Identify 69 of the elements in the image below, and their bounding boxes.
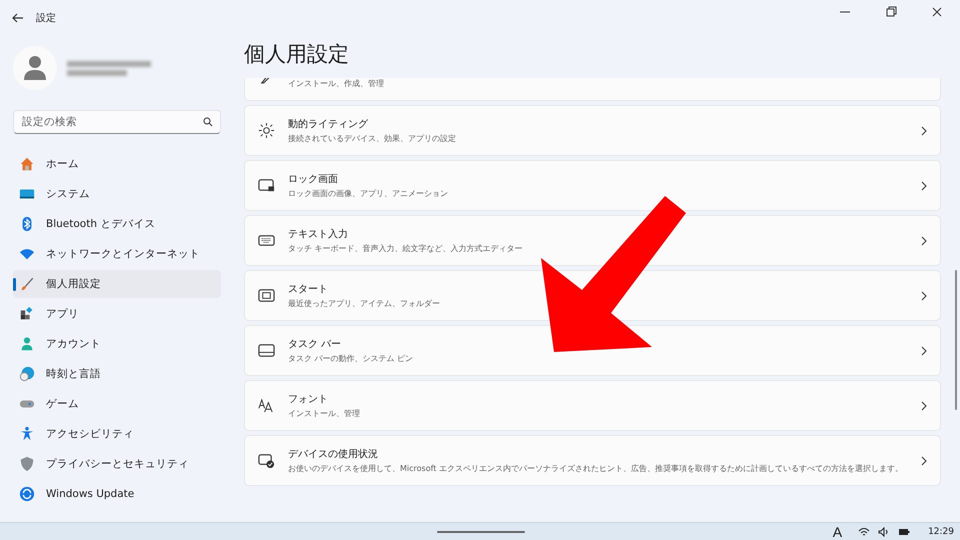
- card-title: ロック画面: [288, 173, 339, 186]
- search-field[interactable]: 設定の検索: [13, 110, 221, 134]
- settings-card[interactable]: デバイスの使用状況 お使いのデバイスを使用して、Microsoft エクスペリエンス内でパーソナライズされたヒント、広告、推奨事項を取得するために計画しているすべての方法を選択します。: [244, 435, 941, 486]
- card-subtitle: お使いのデバイスを使用して、Microsoft エクスペリエンス内でパーソナライズされたヒント、広告、推奨事項を取得するために計画しているすべての方法を選択します。: [288, 463, 904, 474]
- speaker-icon[interactable]: [878, 527, 890, 537]
- card-title: 動的ライティング: [288, 118, 369, 131]
- card-title: テキスト入力: [288, 228, 349, 241]
- nav-item[interactable]: ホーム: [13, 150, 221, 178]
- ime-indicator[interactable]: A: [832, 525, 842, 539]
- avatar: [13, 46, 57, 90]
- nav-item[interactable]: ネットワークとインターネット: [13, 240, 221, 268]
- taskbar-icon: [258, 342, 275, 359]
- clock[interactable]: 12:29: [928, 527, 954, 537]
- shield-icon: [19, 456, 35, 472]
- lock-screen-icon: [258, 177, 275, 194]
- sync-icon: [19, 486, 35, 502]
- wifi-icon[interactable]: [858, 527, 870, 537]
- back-icon[interactable]: [12, 13, 24, 23]
- apps-icon: [19, 306, 35, 322]
- settings-card[interactable]: スタート 最近使ったアプリ、アイテム、フォルダー: [244, 270, 941, 321]
- chevron-icon: [920, 346, 928, 356]
- chevron-icon: [920, 400, 928, 410]
- card-title: フォント: [288, 393, 329, 406]
- card-subtitle: 接続されているデバイス、効果、アプリの設定: [288, 133, 457, 144]
- nav-item[interactable]: アクセシビリティ: [13, 420, 221, 448]
- card-title: スタート: [288, 283, 329, 296]
- wifi-icon: [19, 246, 35, 262]
- chevron-icon: [920, 456, 928, 466]
- nav-item[interactable]: アカウント: [13, 330, 221, 358]
- nav-item[interactable]: 個人用設定: [13, 270, 221, 298]
- person-icon: [19, 336, 35, 352]
- settings-card[interactable]: フォント インストール、管理: [244, 380, 941, 431]
- settings-card[interactable]: テキスト入力 タッチ キーボード、音声入力、絵文字など、入力方式エディター: [244, 215, 941, 266]
- card-subtitle: タスク バーの動作、システム ピン: [288, 353, 414, 364]
- nav-item[interactable]: Windows Update: [13, 480, 221, 508]
- keyboard-icon: [258, 232, 275, 249]
- card-subtitle: インストール、作成、管理: [288, 78, 385, 89]
- card-subtitle: ロック画面の画像、アプリ、アニメーション: [288, 188, 449, 199]
- nav-item[interactable]: プライバシーとセキュリティ: [13, 450, 221, 478]
- card-subtitle: インストール、管理: [288, 408, 361, 419]
- sun-icon: [258, 122, 275, 139]
- settings-card[interactable]: 動的ライティング 接続されているデバイス、効果、アプリの設定: [244, 105, 941, 156]
- page-title: 個人用設定: [244, 41, 350, 68]
- chevron-icon: [920, 290, 928, 300]
- nav-item[interactable]: Bluetooth とデバイス: [13, 210, 221, 238]
- nav-item[interactable]: システム: [13, 180, 221, 208]
- home-icon: [19, 156, 35, 172]
- brush-icon: [19, 276, 35, 292]
- card-title: デバイスの使用状況: [288, 448, 379, 461]
- accessibility-icon: [19, 426, 35, 442]
- card-title: タスク バー: [288, 338, 342, 351]
- search-icon: [203, 117, 213, 127]
- card-subtitle: 最近使ったアプリ、アイテム、フォルダー: [288, 298, 441, 309]
- globe-clock-icon: [19, 366, 35, 382]
- font-icon: [258, 397, 275, 414]
- settings-card[interactable]: ロック画面 ロック画面の画像、アプリ、アニメーション: [244, 160, 941, 211]
- chevron-icon: [920, 236, 928, 246]
- battery-icon[interactable]: [898, 527, 910, 537]
- card-subtitle: タッチ キーボード、音声入力、絵文字など、入力方式エディター: [288, 243, 524, 254]
- start-menu-icon: [258, 287, 275, 304]
- window-title: 設定: [36, 12, 56, 25]
- nav-item[interactable]: 時刻と言語: [13, 360, 221, 388]
- settings-card[interactable]: タスク バー タスク バーの動作、システム ピン: [244, 325, 941, 376]
- nav-item[interactable]: ゲーム: [13, 390, 221, 418]
- nav-item[interactable]: アプリ: [13, 300, 221, 328]
- chevron-icon: [920, 126, 928, 136]
- device-check-icon: [258, 452, 275, 469]
- settings-card[interactable]: インストール、作成、管理: [244, 78, 941, 101]
- chevron-icon: [920, 180, 928, 190]
